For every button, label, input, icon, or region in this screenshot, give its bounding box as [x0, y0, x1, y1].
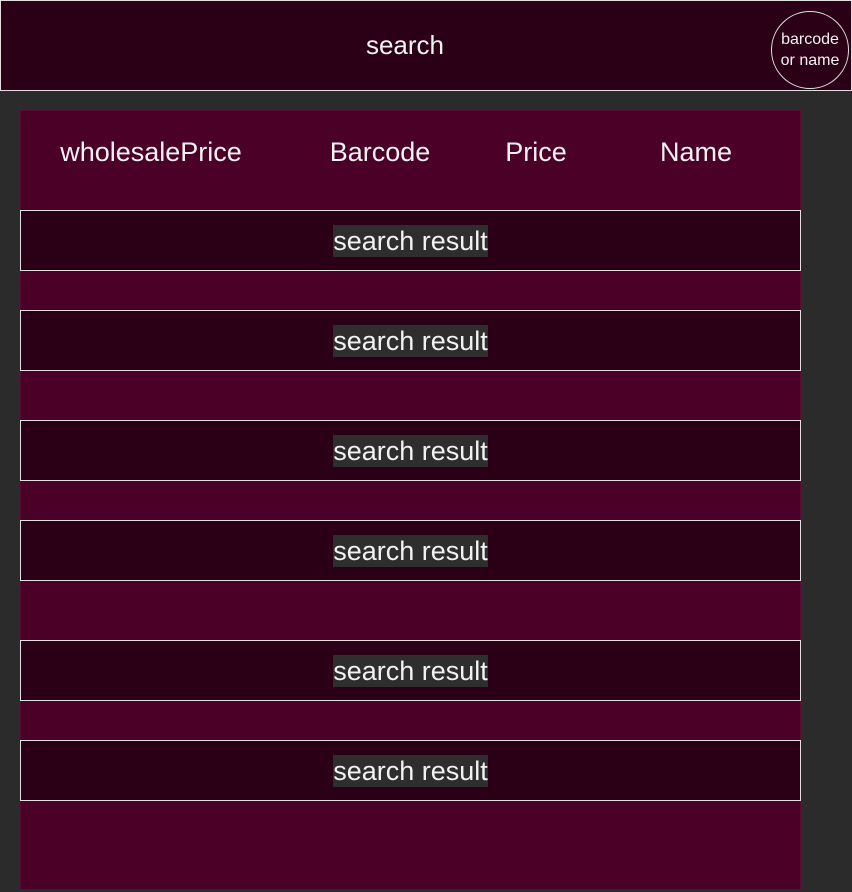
- result-text: search result: [333, 534, 488, 567]
- search-label[interactable]: search: [1, 1, 809, 90]
- result-text: search result: [333, 754, 488, 787]
- results-panel: wholesalePrice Barcode Price Name search…: [20, 110, 801, 890]
- search-mode-label: barcode or name: [780, 31, 840, 69]
- result-row[interactable]: search result: [20, 210, 801, 271]
- result-text: search result: [333, 224, 488, 257]
- result-row[interactable]: search result: [20, 520, 801, 581]
- result-row[interactable]: search result: [20, 420, 801, 481]
- result-row[interactable]: search result: [20, 740, 801, 801]
- result-text: search result: [333, 654, 488, 687]
- result-row[interactable]: search result: [20, 310, 801, 371]
- column-header-name: Name: [659, 137, 733, 167]
- column-header-price: Price: [505, 137, 567, 167]
- column-header-wholesale-price: wholesalePrice: [60, 137, 242, 167]
- result-text: search result: [333, 434, 488, 467]
- result-row[interactable]: search result: [20, 640, 801, 701]
- search-bar[interactable]: search barcode or name: [0, 0, 852, 91]
- search-mode-toggle-button[interactable]: barcode or name: [771, 11, 849, 89]
- result-text: search result: [333, 324, 488, 357]
- column-header-barcode: Barcode: [329, 137, 431, 167]
